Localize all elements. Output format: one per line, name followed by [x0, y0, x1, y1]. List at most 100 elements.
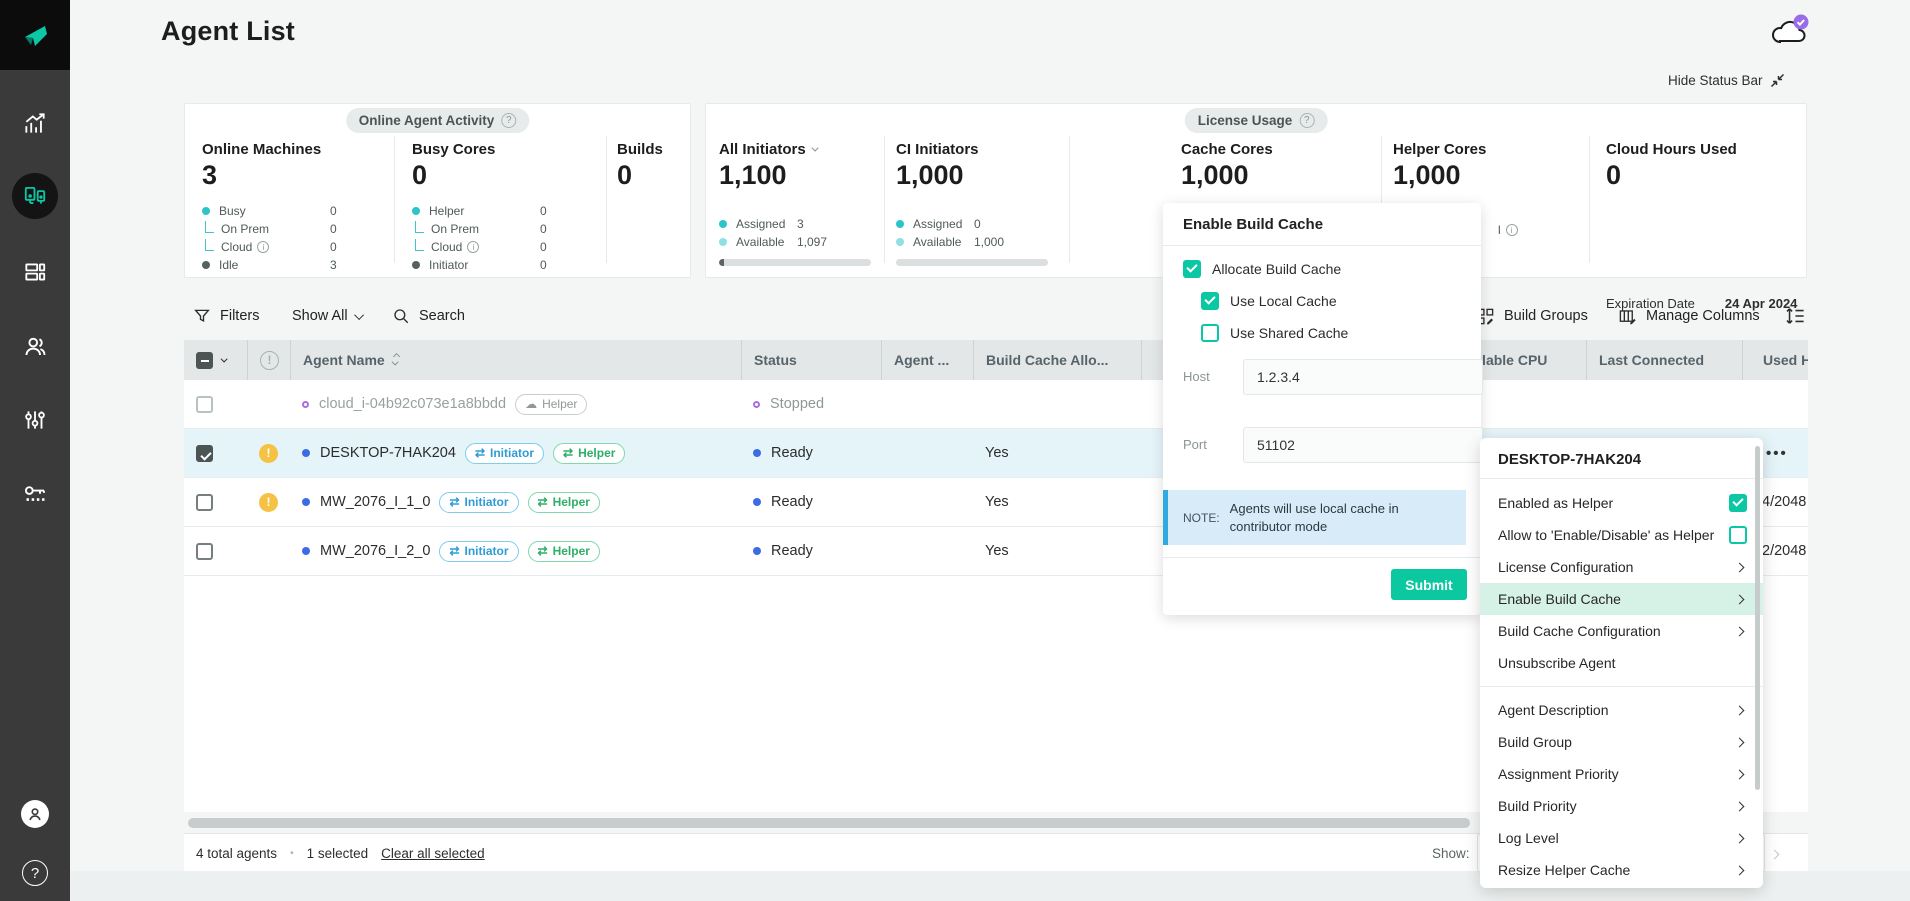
help-tooltip-icon[interactable]: ? — [501, 113, 516, 128]
divider — [1069, 136, 1070, 263]
warning-icon[interactable]: ! — [259, 493, 278, 512]
separator-dot: • — [290, 848, 294, 859]
menu-item-build-cache-configuration[interactable]: Build Cache Configuration — [1480, 615, 1763, 647]
agent-state-dot — [302, 401, 309, 408]
metric-value: 1,000 — [1181, 160, 1273, 191]
search-button[interactable]: Search — [392, 303, 465, 329]
menu-item-enable-build-cache-active[interactable]: Enable Build Cache — [1480, 583, 1763, 615]
agent-list-page: ? Agent List Hide Status Bar Online Agen… — [0, 0, 1910, 901]
sidebar-item-profile[interactable] — [0, 786, 70, 842]
menu-scrollbar-thumb[interactable] — [1755, 446, 1760, 790]
menu-item-resize-helper-cache[interactable]: Resize Helper Cache — [1480, 854, 1763, 886]
hide-status-bar-button[interactable]: Hide Status Bar — [1668, 73, 1785, 88]
used-helper-column-header[interactable]: Used He — [1742, 340, 1808, 380]
metric-title: Helper Cores — [1393, 141, 1486, 158]
port-label: Port — [1183, 437, 1207, 452]
allocate-build-cache-option[interactable]: Allocate Build Cache — [1183, 260, 1481, 278]
status-label: Stopped — [770, 396, 824, 412]
last-connected-column-header[interactable]: Last Connected — [1586, 340, 1742, 380]
build-groups-button[interactable]: Build Groups — [1476, 303, 1588, 329]
menu-item-enabled-as-helper[interactable]: Enabled as Helper — [1480, 487, 1763, 519]
sidebar-item-settings[interactable] — [0, 392, 70, 448]
agent-column-header[interactable]: Agent ... — [881, 340, 973, 380]
collapse-icon — [1770, 73, 1785, 88]
menu-item-allow-enable-disable-helper[interactable]: Allow to 'Enable/Disable' as Helper — [1480, 519, 1763, 551]
row-actions-kebab[interactable]: ••• — [1766, 429, 1788, 478]
cloud-status-button[interactable] — [1768, 12, 1812, 52]
partially-hidden-label: l i — [1498, 223, 1518, 237]
sidebar-item-dashboard[interactable] — [0, 96, 70, 152]
horizontal-scrollbar-thumb[interactable] — [188, 818, 1470, 828]
menu-item-build-priority[interactable]: Build Priority — [1480, 790, 1763, 822]
sort-icon[interactable] — [394, 354, 399, 366]
use-shared-cache-checkbox-unchecked[interactable] — [1201, 324, 1219, 342]
allow-enable-disable-checkbox-unchecked[interactable] — [1729, 526, 1747, 544]
sidebar: ? — [0, 0, 70, 901]
selection-menu-chevron[interactable] — [221, 355, 228, 362]
sidebar-item-agents-active[interactable] — [0, 168, 70, 224]
assigned-label: Assigned — [736, 217, 785, 231]
pagination-next-button[interactable] — [1771, 845, 1778, 863]
menu-item-log-level[interactable]: Log Level — [1480, 822, 1763, 854]
page-title: Agent List — [161, 16, 295, 47]
agent-name[interactable]: MW_2076_I_1_0 — [320, 494, 430, 510]
menu-item-assignment-priority[interactable]: Assignment Priority — [1480, 758, 1763, 790]
agent-name[interactable]: cloud_i-04b92c073e1a8bbdd — [319, 396, 506, 412]
use-local-cache-checkbox-checked[interactable] — [1201, 292, 1219, 310]
manage-columns-label: Manage Columns — [1646, 308, 1760, 324]
port-field-row: Port — [1183, 427, 1481, 463]
info-icon[interactable]: i — [467, 241, 479, 253]
warnings-column-header[interactable]: ! — [247, 340, 290, 380]
sidebar-item-builds[interactable] — [0, 244, 70, 300]
used-helper-value — [1742, 380, 1808, 428]
menu-item-agent-description[interactable]: Agent Description — [1480, 694, 1763, 726]
row-height-icon — [1784, 306, 1806, 326]
info-icon[interactable]: i — [257, 241, 269, 253]
row-height-button[interactable] — [1784, 303, 1806, 329]
select-all-checkbox[interactable] — [196, 352, 213, 369]
swap-icon: ⇄ — [538, 495, 548, 509]
row-checkbox[interactable] — [196, 543, 213, 560]
clear-selection-link[interactable]: Clear all selected — [381, 846, 485, 861]
metric-title: Cloud Hours Used — [1606, 141, 1737, 158]
agent-name-column-header[interactable]: Agent Name — [290, 340, 741, 380]
use-local-cache-option[interactable]: Use Local Cache — [1201, 292, 1481, 310]
initiator-dot — [412, 261, 420, 269]
busy-label: Busy — [219, 204, 246, 218]
filters-button[interactable]: Filters — [193, 303, 259, 329]
allocate-build-cache-checkbox-checked[interactable] — [1183, 260, 1201, 278]
menu-item-build-group[interactable]: Build Group — [1480, 726, 1763, 758]
port-input[interactable] — [1243, 427, 1483, 463]
agent-name[interactable]: MW_2076_I_2_0 — [320, 543, 430, 559]
submit-button[interactable]: Submit — [1391, 569, 1467, 600]
status-column-header[interactable]: Status — [741, 340, 881, 380]
sidebar-item-license[interactable] — [0, 466, 70, 522]
row-checkbox[interactable] — [196, 396, 213, 413]
initiator-badge: ⇄Initiator — [439, 492, 518, 513]
app-logo[interactable] — [0, 0, 70, 70]
table-row[interactable]: cloud_i-04b92c073e1a8bbdd ☁Helper Stoppe… — [184, 380, 1808, 429]
row-checkbox-checked[interactable] — [196, 445, 213, 462]
warning-icon[interactable]: ! — [259, 444, 278, 463]
manage-columns-button[interactable]: Manage Columns — [1618, 303, 1760, 329]
menu-item-license-configuration[interactable]: License Configuration — [1480, 551, 1763, 583]
use-shared-cache-option[interactable]: Use Shared Cache — [1201, 324, 1481, 342]
build-cache-allocation-column-header[interactable]: Build Cache Allo... — [973, 340, 1141, 380]
sidebar-item-users[interactable] — [0, 318, 70, 374]
help-tooltip-icon[interactable]: ? — [1299, 113, 1314, 128]
host-input[interactable] — [1243, 359, 1483, 395]
assigned-value: 3 — [797, 217, 804, 231]
agent-name[interactable]: DESKTOP-7HAK204 — [320, 445, 456, 461]
sidebar-item-help[interactable]: ? — [0, 845, 70, 901]
row-checkbox[interactable] — [196, 494, 213, 511]
chevron-down-icon[interactable] — [811, 145, 818, 152]
chevron-right-icon — [1735, 626, 1745, 636]
busy-value: 0 — [330, 204, 337, 218]
select-all-header[interactable] — [184, 340, 247, 380]
enabled-as-helper-checkbox-checked[interactable] — [1729, 494, 1747, 512]
assigned-segment — [719, 259, 724, 266]
helper-badge: ⇄Helper — [528, 541, 600, 562]
menu-item-unsubscribe-agent[interactable]: Unsubscribe Agent — [1480, 647, 1763, 679]
available-value: 1,000 — [974, 235, 1004, 249]
show-all-dropdown[interactable]: Show All — [292, 303, 364, 329]
